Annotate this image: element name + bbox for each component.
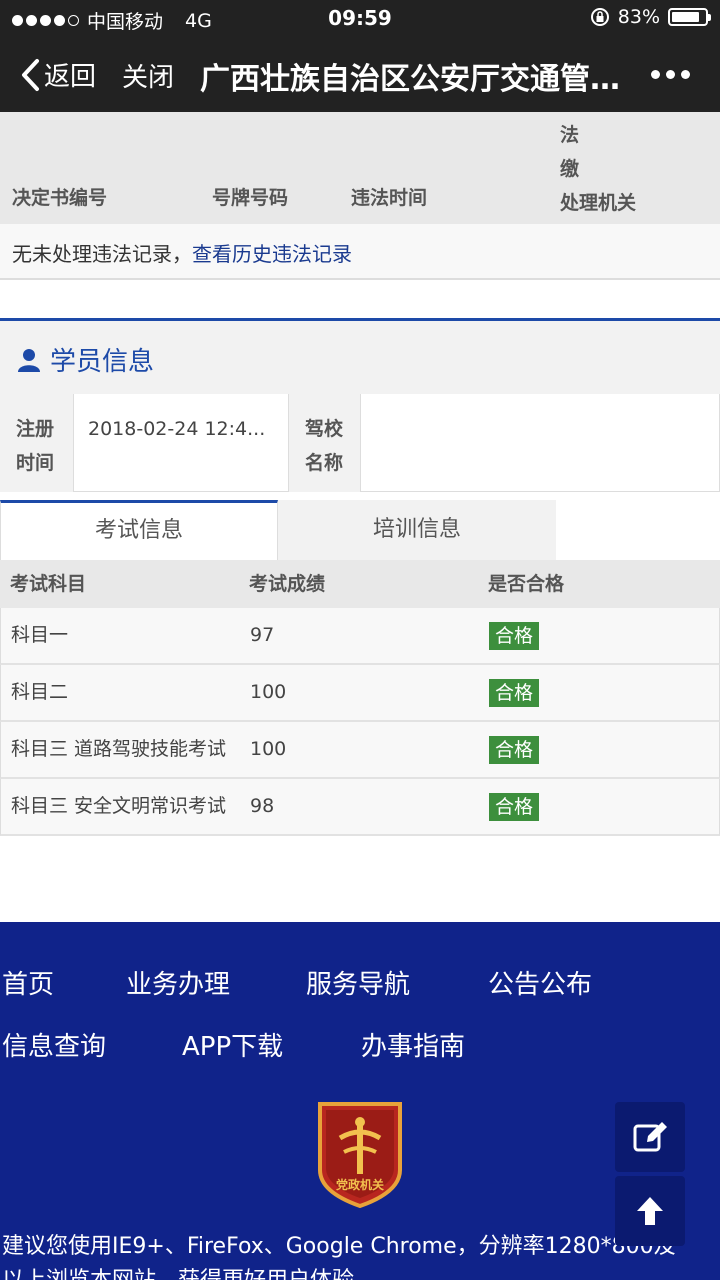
- rotation-lock-icon: [590, 8, 609, 26]
- col-score: 考试成绩: [249, 573, 326, 595]
- pass-badge: 合格: [489, 621, 540, 650]
- close-button[interactable]: 关闭: [122, 57, 174, 94]
- footer-link-guide[interactable]: 办事指南: [361, 1026, 465, 1063]
- col-office-line3: 处理机关: [560, 192, 637, 214]
- exam-subject: 科目二: [11, 681, 69, 703]
- exam-subject: 科目一: [11, 624, 69, 646]
- status-bar: 中国移动 4G 09:59 83%: [0, 0, 720, 36]
- site-footer: 首页 业务办理 服务导航 公告公布 信息查询 APP下载 办事指南 党政机关 建…: [0, 922, 720, 1280]
- back-to-top-button[interactable]: [615, 1176, 685, 1246]
- browser-notice: 建议您使用IE9+、FireFox、Google Chrome，分辨率1280*…: [2, 1230, 718, 1280]
- reg-time-value: 2018-02-24 12:4...: [74, 394, 289, 492]
- notice-line-1: 建议您使用IE9+、FireFox、Google Chrome，分辨率1280*…: [2, 1234, 676, 1259]
- notice-line-2: 以上浏览本网站，获得更好用户体验: [2, 1264, 718, 1280]
- col-office-line1: 法: [560, 124, 580, 146]
- pass-badge: 合格: [489, 735, 540, 764]
- exam-score: 100: [250, 738, 287, 760]
- col-violation-time: 违法时间: [351, 187, 428, 209]
- back-label: 返回: [44, 62, 97, 92]
- tab-training-info[interactable]: 培训信息: [278, 500, 556, 560]
- party-government-emblem-icon[interactable]: 党政机关: [314, 1100, 406, 1208]
- footer-link-announcements[interactable]: 公告公布: [488, 964, 592, 1001]
- col-decision-no: 决定书编号: [12, 187, 108, 209]
- section-title: 学员信息: [50, 347, 155, 377]
- table-row: 科目一 97 合格: [0, 608, 720, 665]
- user-icon: [18, 348, 40, 372]
- exam-score: 98: [250, 795, 275, 817]
- more-dots-icon[interactable]: [651, 70, 690, 79]
- footer-link-app[interactable]: APP下载: [182, 1026, 283, 1063]
- battery-icon: [668, 8, 711, 26]
- history-link[interactable]: 查看历史违法记录: [192, 242, 352, 266]
- reg-time-label: 注册 时间: [0, 394, 74, 492]
- reg-time-label-line1: 注册: [16, 418, 55, 440]
- col-office-line2: 缴: [560, 158, 580, 180]
- reg-time-label-line2: 时间: [16, 452, 55, 474]
- footer-link-query[interactable]: 信息查询: [2, 1026, 106, 1063]
- violation-table-header: 决定书编号 号牌号码 违法时间 法 缴 处理机关: [0, 112, 720, 224]
- battery-percent: 83%: [617, 6, 660, 28]
- edit-icon: [633, 1122, 667, 1152]
- empty-text: 无未处理违法记录，: [12, 242, 192, 266]
- exam-subject: 科目三 道路驾驶技能考试: [11, 738, 227, 760]
- footer-link-service-nav[interactable]: 服务导航: [306, 964, 410, 1001]
- arrow-up-icon: [637, 1197, 663, 1225]
- col-plate: 号牌号码: [212, 187, 289, 209]
- edit-button[interactable]: [615, 1102, 685, 1172]
- chevron-left-icon: [22, 58, 39, 91]
- exam-subject: 科目三 安全文明常识考试: [11, 795, 227, 817]
- violation-empty-row: 无未处理违法记录，查看历史违法记录: [0, 224, 720, 280]
- col-subject: 考试科目: [10, 573, 87, 595]
- exam-score: 97: [250, 624, 275, 646]
- school-label-line2: 名称: [305, 452, 344, 474]
- footer-link-home[interactable]: 首页: [2, 964, 54, 1001]
- table-row: 科目三 道路驾驶技能考试 100 合格: [0, 722, 720, 779]
- table-row: 科目二 100 合格: [0, 665, 720, 722]
- page-title: 广西壮族自治区公安厅交通管理局: [200, 62, 630, 97]
- col-pass: 是否合格: [488, 573, 565, 595]
- exam-table: 考试科目 考试成绩 是否合格 科目一 97 合格 科目二 100 合格 科目三 …: [0, 560, 720, 836]
- emblem-text: 党政机关: [336, 1177, 384, 1192]
- back-button[interactable]: 返回: [20, 56, 96, 93]
- col-office: 法 缴 处理机关: [560, 118, 650, 220]
- exam-score: 100: [250, 681, 287, 703]
- school-label: 驾校 名称: [289, 394, 361, 492]
- school-label-line1: 驾校: [305, 418, 344, 440]
- school-value: [361, 394, 720, 492]
- pass-badge: 合格: [489, 792, 540, 821]
- pass-badge: 合格: [489, 678, 540, 707]
- table-row: 科目三 安全文明常识考试 98 合格: [0, 779, 720, 836]
- student-info-header: 学员信息: [0, 318, 720, 394]
- tab-exam-info[interactable]: 考试信息: [0, 500, 278, 560]
- footer-link-business[interactable]: 业务办理: [126, 964, 230, 1001]
- info-tabs: 考试信息 培训信息: [0, 500, 556, 560]
- nav-bar: 返回 关闭 广西壮族自治区公安厅交通管理局: [0, 36, 720, 112]
- exam-table-header: 考试科目 考试成绩 是否合格: [0, 560, 720, 608]
- student-info-grid: 注册 时间 2018-02-24 12:4... 驾校 名称: [0, 394, 720, 492]
